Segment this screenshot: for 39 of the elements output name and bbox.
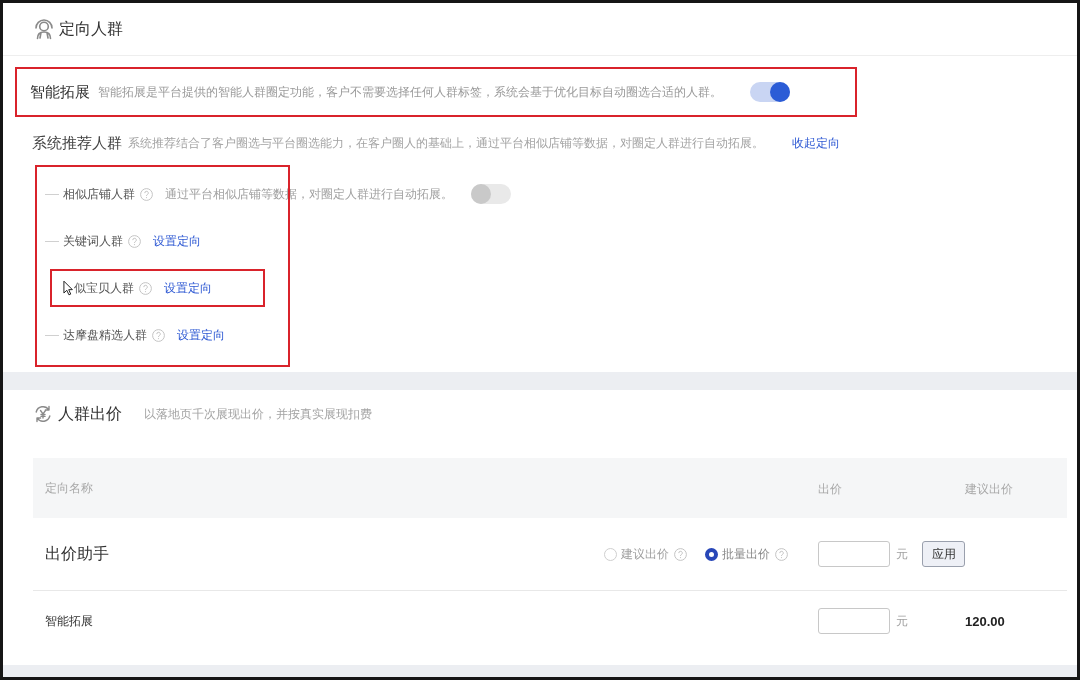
row-name: 智能拓展 [45, 612, 93, 630]
collapse-link[interactable]: 收起定向 [792, 134, 840, 152]
suggested-bid: 120.00 [965, 614, 1005, 629]
audience-label: 相似店铺人群 [63, 185, 135, 203]
toggle-switch[interactable] [471, 184, 511, 204]
unit-label: 元 [896, 612, 908, 630]
option-label: 系统推荐人群 [32, 133, 122, 153]
toggle-switch[interactable] [750, 82, 790, 102]
unit-label: 元 [896, 545, 908, 563]
option-description: 智能拓展是平台提供的智能人群圈定功能，客户不需要选择任何人群标签，系统会基于优化目标自动圈选合适的人群。 [98, 83, 722, 101]
person-icon [33, 18, 55, 40]
row-name: 出价助手 [45, 543, 109, 564]
column-header: 出价 [818, 483, 842, 495]
option-label: 智能拓展 [30, 82, 90, 102]
apply-button[interactable]: 应用 [922, 541, 965, 567]
option-description: 系统推荐结合了客户圈选与平台圈选能力，在客户圈人的基础上，通过平台相似店铺等数据，对圈定人群进行自动拓展。 [128, 134, 764, 152]
column-header: 建议出价 [965, 483, 1013, 495]
help-icon [775, 547, 788, 561]
audience-label: 似宝贝人群 [74, 279, 134, 297]
help-icon [674, 547, 687, 561]
radio-label: 批量出价 [722, 545, 770, 563]
section-title: 人群出价 [58, 403, 122, 424]
currency-refresh-icon [33, 404, 53, 424]
audience-label: 达摩盘精选人群 [63, 326, 147, 344]
radio-label: 建议出价 [621, 545, 669, 563]
radio-button[interactable] [705, 547, 718, 561]
price-input[interactable] [818, 541, 890, 567]
price-input[interactable] [818, 608, 890, 634]
help-icon [139, 281, 152, 295]
help-icon [140, 187, 153, 201]
help-icon [152, 328, 165, 342]
column-header: 定向名称 [45, 480, 93, 496]
set-targeting-link[interactable]: 设置定向 [164, 279, 212, 297]
set-targeting-link[interactable]: 设置定向 [153, 232, 201, 250]
section-subtitle: 以落地页千次展现出价，并按真实展现扣费 [144, 405, 372, 423]
help-icon [128, 234, 141, 248]
set-targeting-link[interactable]: 设置定向 [177, 326, 225, 344]
audience-label: 关键词人群 [63, 232, 123, 250]
section-title: 定向人群 [59, 18, 123, 39]
